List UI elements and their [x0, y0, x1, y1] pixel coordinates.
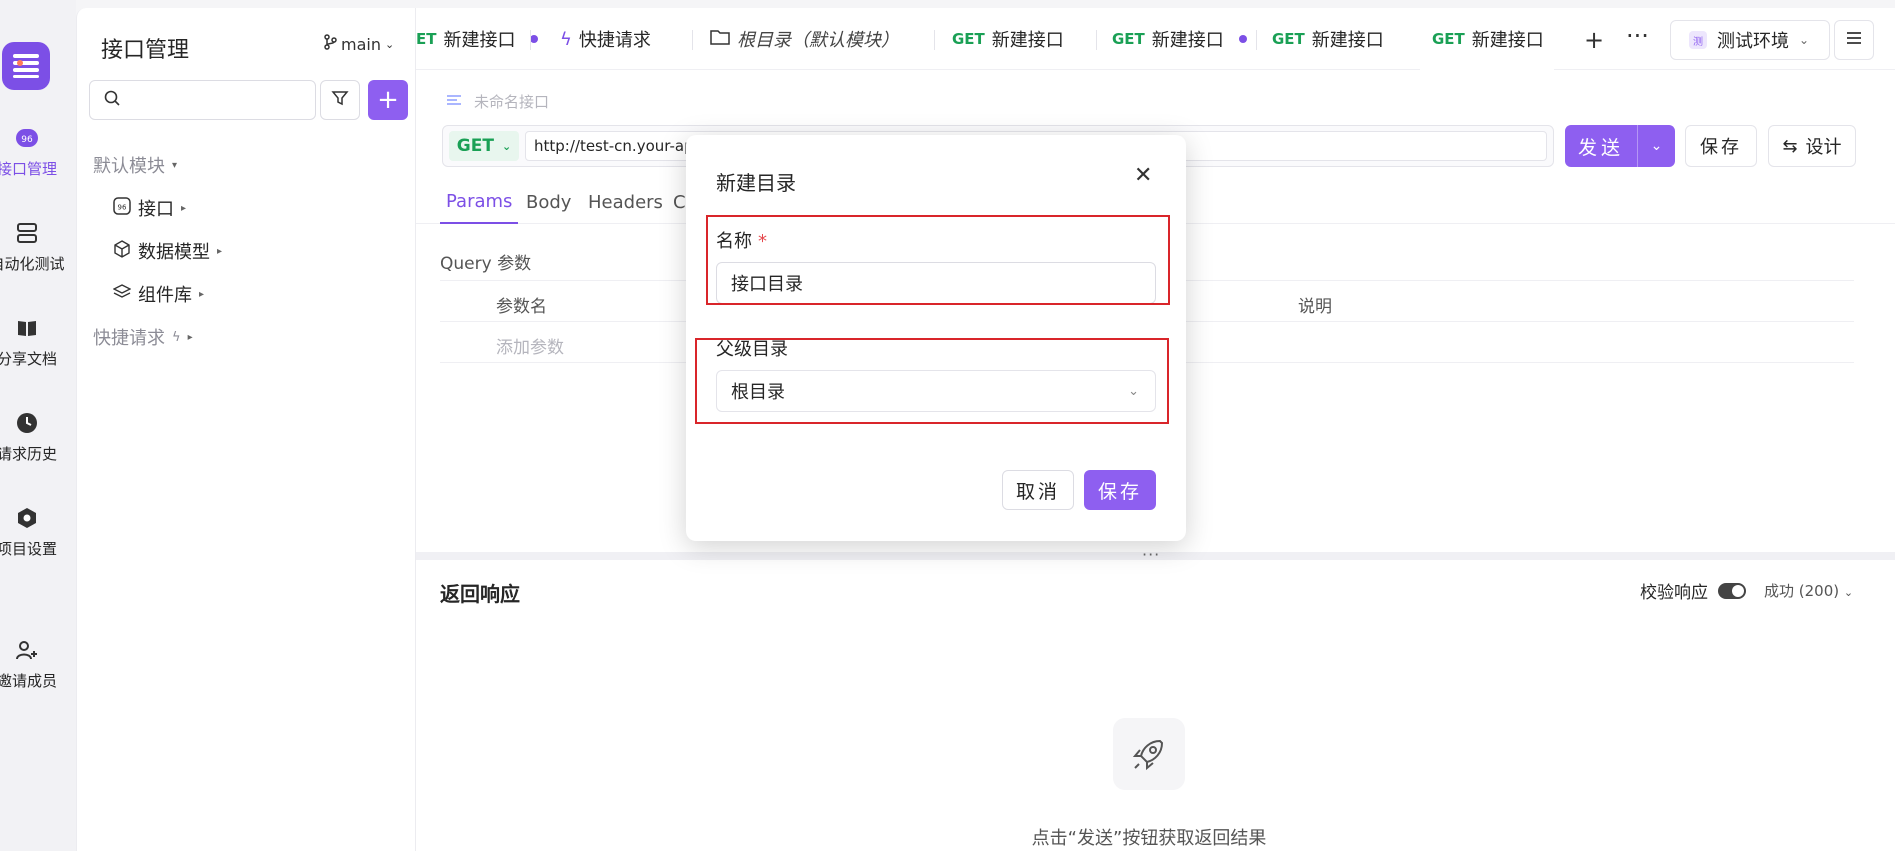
modal-overlay: 新建目录 ✕ 名称 * 接口目录 父级目录 根目录 ⌄ 取消 保存 [0, 0, 1895, 851]
save-button[interactable]: 保存 [1084, 470, 1156, 510]
highlight-box-parent [695, 338, 1169, 424]
dialog-title: 新建目录 [716, 171, 796, 195]
close-button[interactable]: ✕ [1134, 163, 1152, 188]
highlight-box-name [706, 215, 1170, 305]
new-folder-dialog: 新建目录 ✕ 名称 * 接口目录 父级目录 根目录 ⌄ 取消 保存 [686, 135, 1186, 541]
cancel-button[interactable]: 取消 [1002, 470, 1074, 510]
close-icon: ✕ [1134, 163, 1153, 188]
